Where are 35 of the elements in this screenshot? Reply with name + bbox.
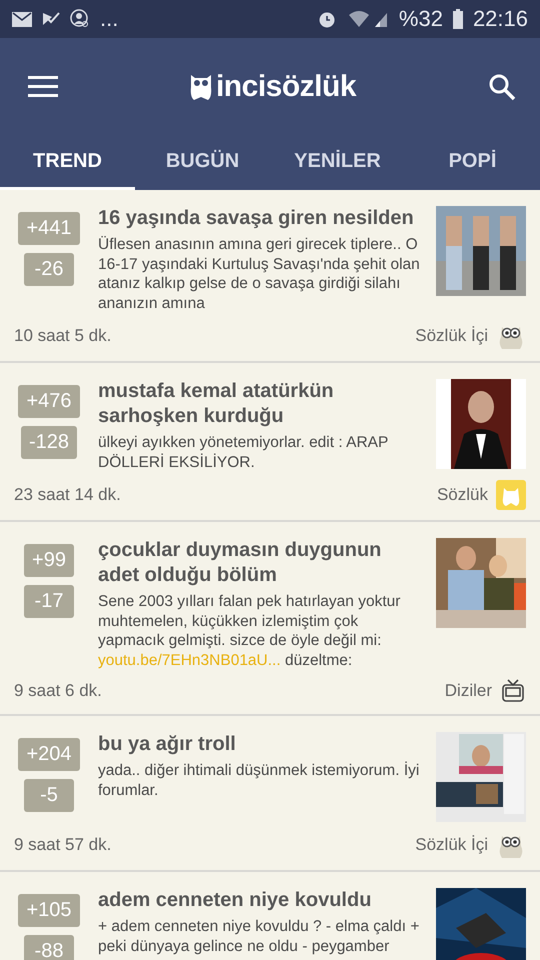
entry-title: çocuklar duymasın duygunun adet olduğu bölüm xyxy=(98,538,382,588)
tab[interactable]: POPİ xyxy=(405,135,540,190)
tv-icon xyxy=(500,678,526,704)
category-label[interactable]: Diziler xyxy=(444,681,492,701)
tab[interactable]: BUGÜN xyxy=(135,135,270,190)
entry-text: + adem cenneten niye kovuldu ? - elma çaldı + peki dünyaya gelince ne oldu - peygamber xyxy=(98,917,420,956)
more-notifications: ... xyxy=(100,6,118,32)
search-icon[interactable] xyxy=(488,72,516,100)
wifi-signal-icon xyxy=(346,9,389,29)
tab[interactable]: YENİLER xyxy=(270,135,405,190)
entry-time: 9 saat 6 dk. xyxy=(14,681,102,701)
app-logo: incisözlük xyxy=(216,70,356,104)
menu-icon[interactable] xyxy=(28,76,58,97)
person-search-icon xyxy=(70,9,90,29)
owl-icon xyxy=(496,480,526,510)
entry-text: Üflesen anasının amına geri girecek tiplere.. O 16-17 yaşındaki Kurtuluş Savaşı'nda şehit olan atanız kalkıp gelse de o savaşa girdiği silahı ananızın amına xyxy=(98,235,421,313)
entry-text: yada.. diğer ihtimali düşünmek istemiyorum. İyi forumlar. xyxy=(98,761,420,800)
checkmark-icon xyxy=(42,11,60,27)
entry-title: 16 yaşında savaşa giren nesilden xyxy=(98,206,415,231)
battery-percentage: %32 xyxy=(398,6,443,32)
category-label[interactable]: Sözlük İçi xyxy=(415,835,488,855)
entry-title: mustafa kemal atatürkün sarhoşken kurduğu xyxy=(98,379,335,429)
entry-time: 9 saat 57 dk. xyxy=(14,835,112,855)
entry-text: Sene 2003 yılları falan pek hatırlayan yoktur muhtemelen, küçükken izlemiştim çok yapmacık gelmişti. sizce de öyle değil mi: youtu.be/7EHn3NB01aU... düzeltme: xyxy=(98,592,402,670)
entry-title: adem cenneten niye kovuldu xyxy=(98,888,372,913)
category-label[interactable]: Sözlük İçi xyxy=(415,326,488,346)
entry-title: bu ya ağır troll xyxy=(98,732,237,757)
clock-time: 22:16 xyxy=(472,6,528,32)
entry-time: 23 saat 14 dk. xyxy=(14,485,121,505)
owl-logo-icon xyxy=(190,72,212,100)
category-label[interactable]: Sözlük xyxy=(436,485,488,505)
entry-time: 10 saat 5 dk. xyxy=(14,326,112,346)
entry-text: ülkeyi ayıkken yönetemiyorlar. edit : ARAP DÖLLERİ EKSİLİYOR. xyxy=(98,433,390,472)
mail-icon xyxy=(12,12,32,26)
battery-icon xyxy=(452,9,463,29)
